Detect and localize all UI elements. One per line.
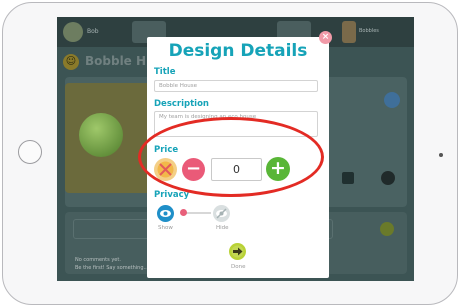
annotation-ellipse — [138, 117, 324, 197]
settings-icon[interactable] — [381, 171, 395, 185]
eye-show-icon[interactable] — [157, 205, 174, 222]
show-caption: Show — [158, 225, 173, 231]
dialog-title: Design Details — [168, 41, 308, 61]
done-arrow-icon — [231, 245, 244, 258]
privacy-toggle-knob[interactable] — [180, 209, 187, 216]
hide-caption: Hide — [216, 225, 229, 231]
comments-prompt-text: Be the first! Say something... — [75, 265, 149, 271]
title-field[interactable]: Bobble House — [154, 80, 318, 92]
topbar-label: Bob — [87, 28, 99, 35]
title-label: Title — [154, 67, 176, 77]
home-button[interactable] — [18, 140, 42, 164]
share-icon[interactable] — [342, 172, 354, 184]
design-model — [79, 113, 123, 157]
avatar[interactable] — [63, 22, 83, 42]
description-label: Description — [154, 99, 209, 109]
done-button[interactable] — [229, 243, 246, 260]
page-title: Bobble H — [85, 54, 147, 68]
user-avatar[interactable] — [342, 21, 356, 43]
done-caption: Done — [231, 264, 246, 270]
send-icon[interactable] — [380, 222, 394, 236]
camera-dot — [439, 153, 443, 157]
comments-empty-text: No comments yet. — [75, 257, 121, 263]
edit-pencil-icon[interactable] — [384, 92, 400, 108]
eye-hidden-icon[interactable] — [213, 205, 230, 222]
project-icon: ☺ — [63, 54, 79, 70]
user-name: Bobbles — [359, 28, 379, 34]
